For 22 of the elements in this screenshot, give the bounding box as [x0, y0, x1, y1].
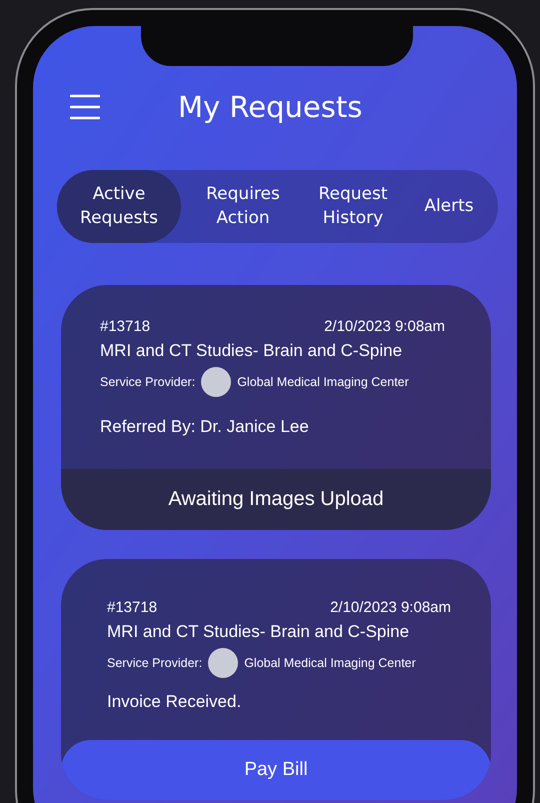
- request-id: #13718: [100, 318, 150, 335]
- request-title: MRI and CT Studies- Brain and C-Spine: [100, 341, 404, 361]
- avatar-placeholder: [201, 367, 232, 397]
- provider-name: Global Medical Imaging Center: [237, 375, 409, 389]
- status-bar: Awaiting Images Upload: [61, 469, 491, 530]
- tab[interactable]: Alerts: [401, 170, 497, 243]
- page-title: My Requests: [178, 90, 362, 124]
- pay-button[interactable]: Pay Bill: [61, 740, 491, 800]
- menu-icon[interactable]: [70, 94, 100, 120]
- request-id: #13718: [107, 599, 158, 616]
- request-note: Referred By: Dr. Janice Lee: [100, 417, 310, 437]
- tab[interactable]: Active Requests: [57, 170, 181, 243]
- tab[interactable]: Request History: [305, 170, 401, 243]
- avatar-placeholder: [208, 648, 238, 678]
- request-note: Invoice Received.: [107, 692, 242, 712]
- provider-label: Service Provider:: [107, 656, 202, 670]
- provider-name: Global Medical Imaging Center: [244, 656, 416, 670]
- request-date: 2/10/2023 9:08am: [324, 318, 445, 335]
- request-date: 2/10/2023 9:08am: [330, 599, 451, 616]
- tab[interactable]: Requires Action: [181, 170, 305, 243]
- request-title: MRI and CT Studies- Brain and C-Spine: [107, 622, 410, 642]
- provider-label: Service Provider:: [100, 375, 196, 389]
